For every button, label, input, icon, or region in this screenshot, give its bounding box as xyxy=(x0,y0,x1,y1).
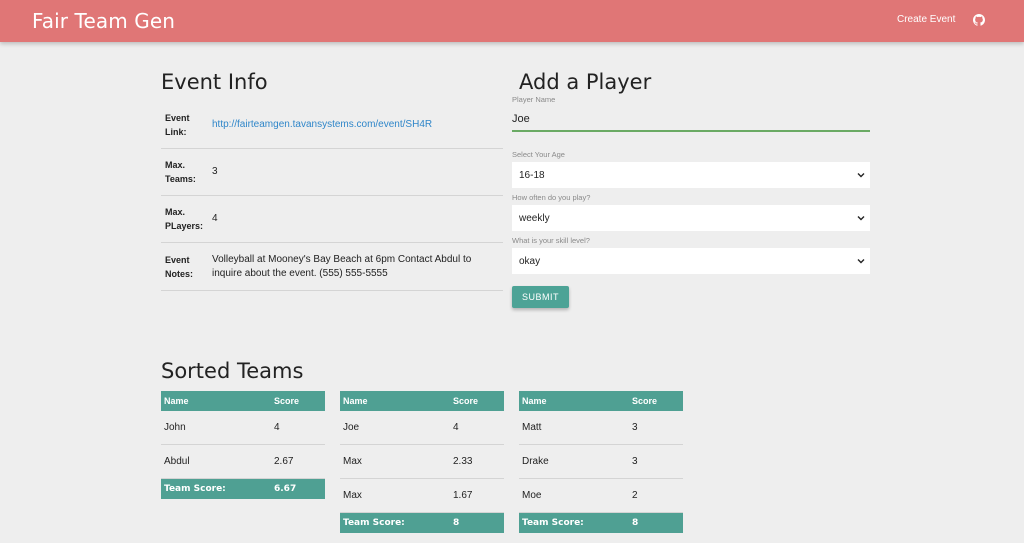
team-header: Name Score xyxy=(340,391,504,411)
player-name-label: Player Name xyxy=(512,95,556,104)
chevron-down-icon xyxy=(857,216,865,221)
age-select[interactable]: 16-18 xyxy=(512,162,870,188)
col-name-header: Name xyxy=(343,396,368,406)
team-score-label: Team Score: xyxy=(164,484,226,494)
sorted-teams-title: Sorted Teams xyxy=(161,359,304,383)
table-row: Max 1.67 xyxy=(340,479,504,513)
team-score-row: Team Score: 8 xyxy=(340,513,504,533)
info-row-link: Event Link: http://fairteamgen.tavansyst… xyxy=(161,102,503,149)
chevron-down-icon xyxy=(857,259,865,264)
info-value: 3 xyxy=(212,166,218,177)
info-key: Max. Teams: xyxy=(165,160,196,184)
table-row: Drake 3 xyxy=(519,445,683,479)
table-row: Max 2.33 xyxy=(340,445,504,479)
col-name-header: Name xyxy=(164,396,189,406)
player-name-input[interactable] xyxy=(512,108,870,132)
col-score-header: Score xyxy=(274,396,300,406)
table-row: John 4 xyxy=(161,411,325,445)
brand-title[interactable]: Fair Team Gen xyxy=(32,9,175,33)
age-select-value: 16-18 xyxy=(519,169,545,181)
age-label: Select Your Age xyxy=(512,150,565,159)
player-name: Joe xyxy=(343,422,360,433)
player-score: 1.67 xyxy=(453,490,473,501)
github-icon[interactable] xyxy=(973,14,985,26)
info-value: Volleyball at Mooney's Bay Beach at 6pm … xyxy=(212,253,472,279)
player-name: Moe xyxy=(522,490,542,501)
skill-select[interactable]: okay xyxy=(512,248,870,274)
player-name: Max xyxy=(343,490,362,501)
team-table: Name Score Matt 3 Drake 3 Moe 2 Team Sco… xyxy=(519,391,683,533)
team-score-value: 8 xyxy=(632,518,639,528)
team-table: Name Score John 4 Abdul 2.67 Team Score:… xyxy=(161,391,325,499)
team-header: Name Score xyxy=(161,391,325,411)
info-row-notes: Event Notes: Volleyball at Mooney's Bay … xyxy=(161,243,503,291)
chevron-down-icon xyxy=(857,173,865,178)
team-table: Name Score Joe 4 Max 2.33 Max 1.67 Team … xyxy=(340,391,504,533)
team-header: Name Score xyxy=(519,391,683,411)
player-name: Matt xyxy=(522,422,542,433)
event-link[interactable]: http://fairteamgen.tavansystems.com/even… xyxy=(212,119,432,130)
event-info-title: Event Info xyxy=(161,70,268,94)
info-key: Event Notes: xyxy=(165,254,194,279)
team-score-row: Team Score: 6.67 xyxy=(161,479,325,499)
table-row: Abdul 2.67 xyxy=(161,445,325,479)
frequency-select[interactable]: weekly xyxy=(512,205,870,231)
player-score: 3 xyxy=(632,422,638,433)
create-event-link[interactable]: Create Event xyxy=(897,14,955,25)
navbar: Fair Team Gen Create Event xyxy=(0,0,1024,42)
info-row-max-players: Max. PLayers: 4 xyxy=(161,196,503,243)
team-score-label: Team Score: xyxy=(343,518,405,528)
team-score-row: Team Score: 8 xyxy=(519,513,683,533)
player-name: John xyxy=(164,422,186,433)
skill-select-value: okay xyxy=(519,255,541,267)
info-value: http://fairteamgen.tavansystems.com/even… xyxy=(212,118,503,132)
table-row: Moe 2 xyxy=(519,479,683,513)
player-score: 4 xyxy=(274,422,280,433)
table-row: Matt 3 xyxy=(519,411,683,445)
player-score: 3 xyxy=(632,456,638,467)
submit-button[interactable]: SUBMIT xyxy=(512,286,569,308)
info-key: Max. PLayers: xyxy=(165,207,204,231)
col-name-header: Name xyxy=(522,396,547,406)
info-key: Event Link: xyxy=(165,113,190,137)
team-score-value: 8 xyxy=(453,518,460,528)
col-score-header: Score xyxy=(632,396,658,406)
table-row: Joe 4 xyxy=(340,411,504,445)
frequency-select-value: weekly xyxy=(519,212,550,224)
add-player-title: Add a Player xyxy=(519,70,652,94)
team-score-value: 6.67 xyxy=(274,484,297,494)
event-info-table: Event Link: http://fairteamgen.tavansyst… xyxy=(161,102,503,291)
player-score: 2.67 xyxy=(274,456,294,467)
info-row-max-teams: Max. Teams: 3 xyxy=(161,149,503,196)
player-score: 4 xyxy=(453,422,459,433)
player-name: Max xyxy=(343,456,362,467)
col-score-header: Score xyxy=(453,396,479,406)
player-score: 2.33 xyxy=(453,456,473,467)
skill-label: What is your skill level? xyxy=(512,236,590,245)
frequency-label: How often do you play? xyxy=(512,193,591,202)
info-value: 4 xyxy=(212,213,218,224)
player-name: Drake xyxy=(522,456,549,467)
player-score: 2 xyxy=(632,490,638,501)
player-name: Abdul xyxy=(164,456,190,467)
team-score-label: Team Score: xyxy=(522,518,584,528)
